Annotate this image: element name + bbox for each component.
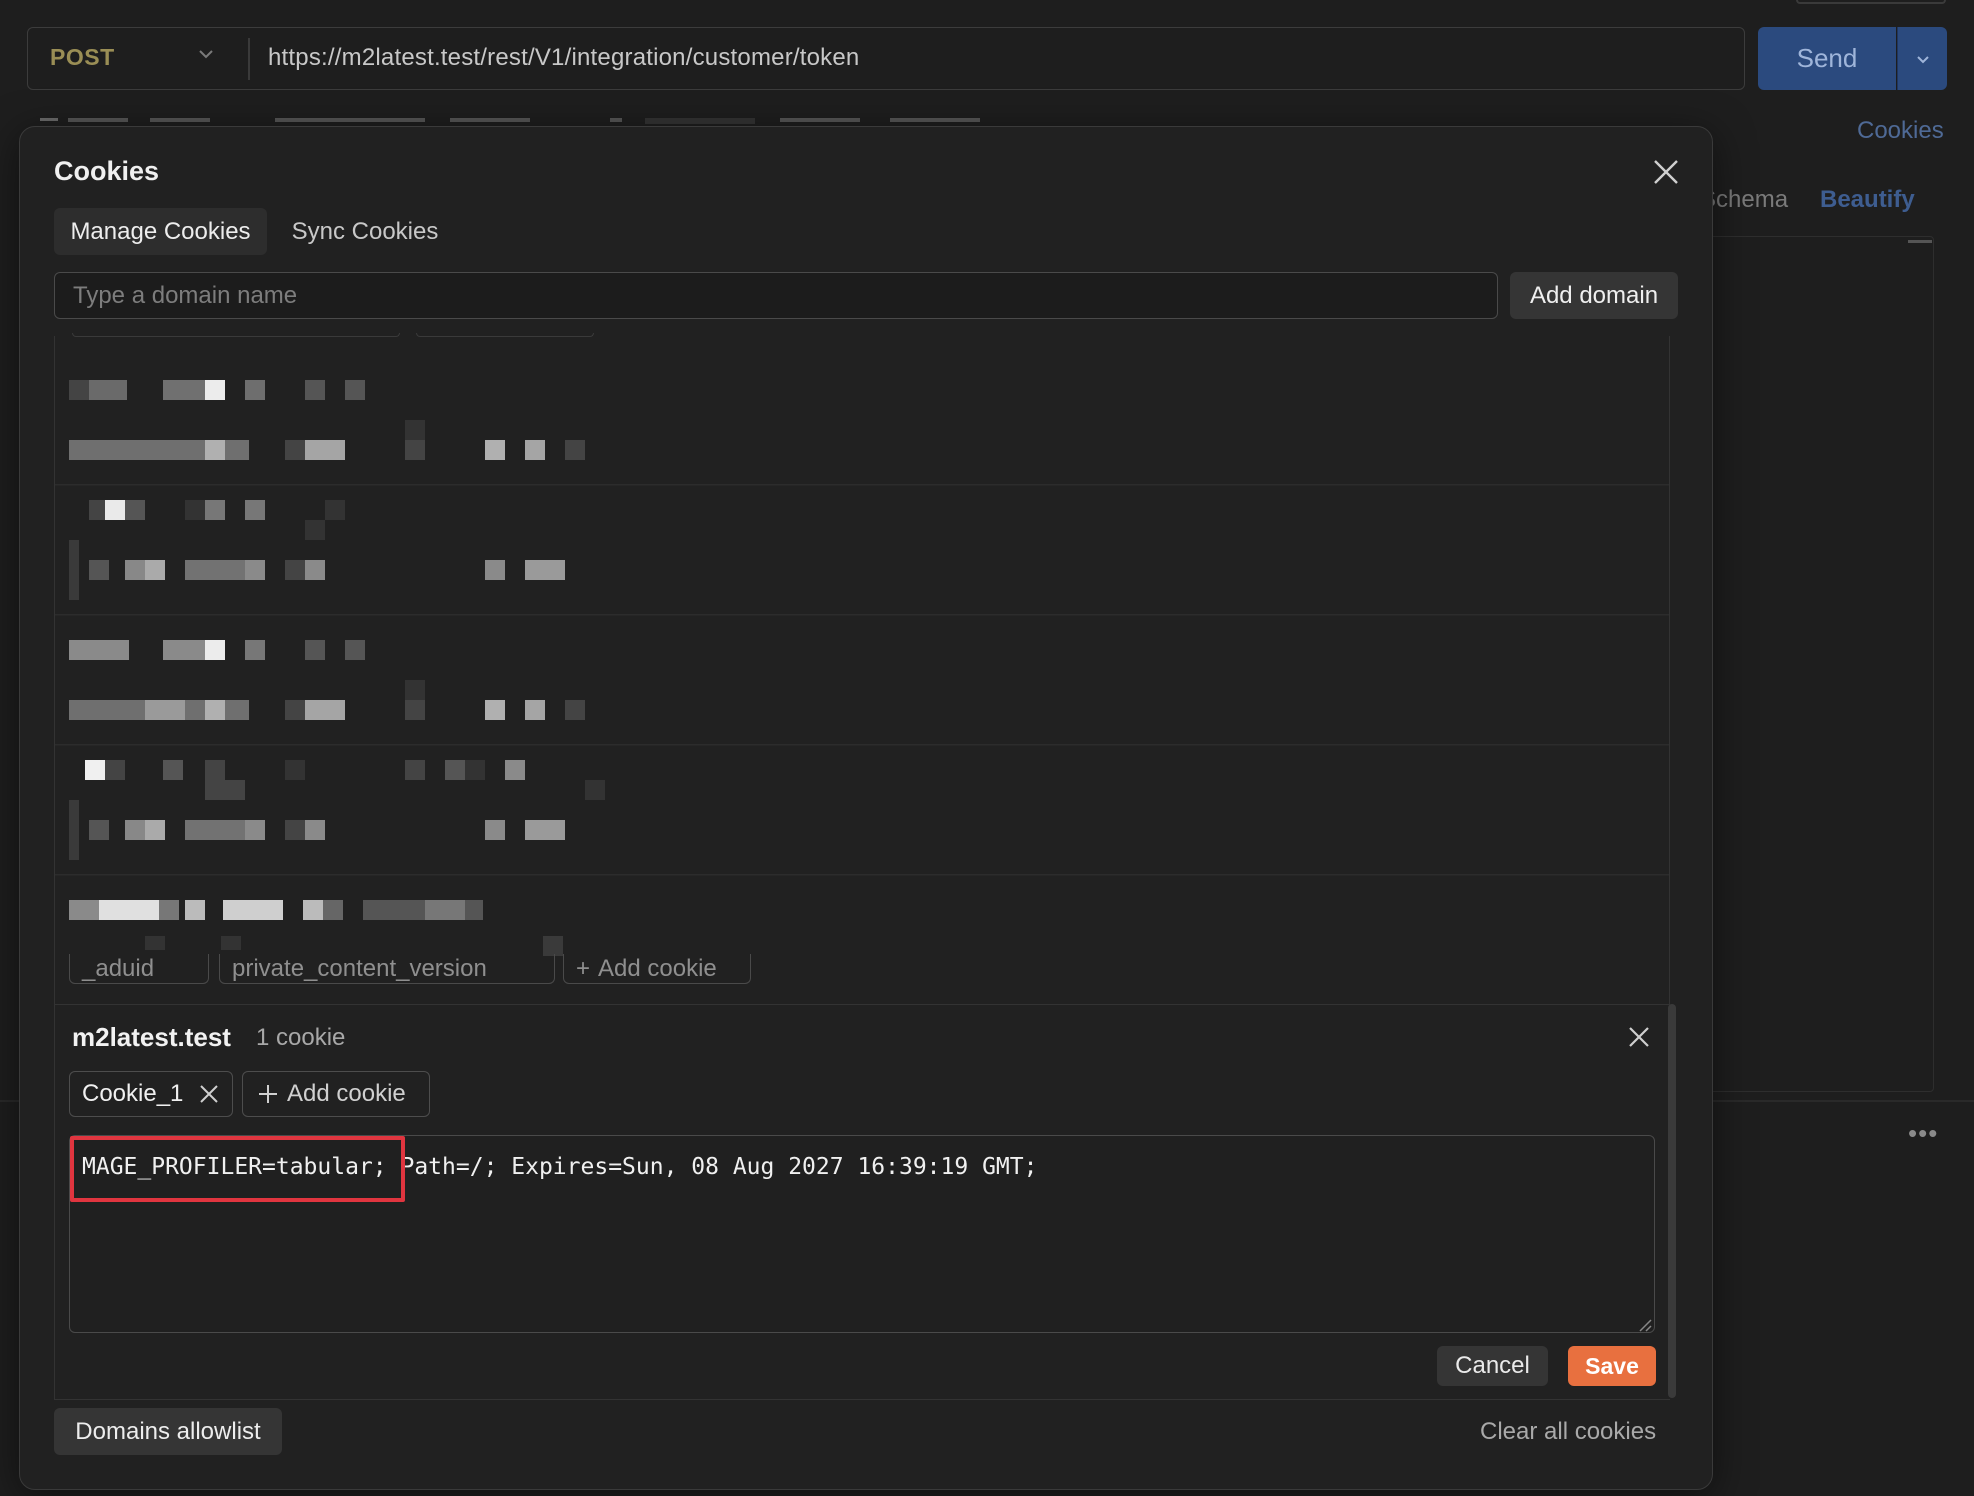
url-divider xyxy=(248,38,250,80)
chevron-down-icon[interactable] xyxy=(196,44,216,64)
obscured-chip[interactable]: _aduid xyxy=(69,954,209,984)
annotation-highlight-box xyxy=(70,1136,405,1202)
body-editor[interactable] xyxy=(1708,236,1934,1092)
plus-icon xyxy=(259,1085,277,1103)
schema-tab[interactable]: Schema xyxy=(1700,186,1788,214)
save-button[interactable]: Save xyxy=(1568,1346,1656,1386)
domains-allowlist-button[interactable]: Domains allowlist xyxy=(54,1408,282,1455)
cookie-count: 1 cookie xyxy=(256,1024,346,1051)
plus-icon: + xyxy=(576,955,591,982)
close-icon[interactable] xyxy=(1626,1024,1652,1050)
obscured-add-cookie-label: Add cookie xyxy=(598,955,717,982)
add-domain-button[interactable]: Add domain xyxy=(1510,272,1678,319)
clear-all-cookies-link[interactable]: Clear all cookies xyxy=(1480,1418,1656,1446)
domain-search-input[interactable] xyxy=(54,272,1498,319)
add-cookie-button[interactable]: Add cookie xyxy=(242,1071,430,1117)
chevron-down-icon xyxy=(1916,55,1929,63)
request-tabs-obscured xyxy=(40,118,980,124)
list-scrollbar[interactable] xyxy=(1668,1004,1676,1398)
cookie-attributes: Path=/; Expires=Sun, 08 Aug 2027 16:39:1… xyxy=(386,1154,1038,1180)
tab-manage-cookies[interactable]: Manage Cookies xyxy=(54,208,267,255)
close-icon[interactable] xyxy=(198,1083,220,1105)
tab-sync-cookies[interactable]: Sync Cookies xyxy=(272,208,458,255)
cancel-button[interactable]: Cancel xyxy=(1437,1346,1548,1386)
cookie-tab[interactable]: Cookie_1 xyxy=(69,1071,233,1117)
method-select[interactable]: POST xyxy=(50,44,115,71)
url-input[interactable]: https://m2latest.test/rest/V1/integratio… xyxy=(268,44,859,72)
cookies-link[interactable]: Cookies xyxy=(1857,117,1944,145)
editor-scrollbar[interactable] xyxy=(1908,240,1932,243)
beautify-button[interactable]: Beautify xyxy=(1820,186,1915,214)
obscured-add-cookie[interactable]: + Add cookie xyxy=(563,954,751,984)
send-options-button[interactable] xyxy=(1897,27,1947,90)
obscured-chip[interactable]: private_content_version xyxy=(219,954,555,984)
modal-title: Cookies xyxy=(54,156,160,186)
more-horizontal-icon[interactable]: ••• xyxy=(1908,1118,1938,1149)
cookie-tab-label: Cookie_1 xyxy=(82,1080,184,1107)
pixelated-cookie-rows xyxy=(55,380,1669,956)
add-cookie-label: Add cookie xyxy=(287,1080,406,1107)
domain-name: m2latest.test xyxy=(72,1022,231,1052)
domain-list[interactable]: _aduid private_content_version + Add cook… xyxy=(54,336,1670,1004)
resize-grip-icon[interactable] xyxy=(1636,1316,1652,1332)
top-right-control-edge xyxy=(1796,0,1946,4)
send-button[interactable]: Send xyxy=(1758,27,1896,90)
close-icon[interactable] xyxy=(1650,156,1682,188)
